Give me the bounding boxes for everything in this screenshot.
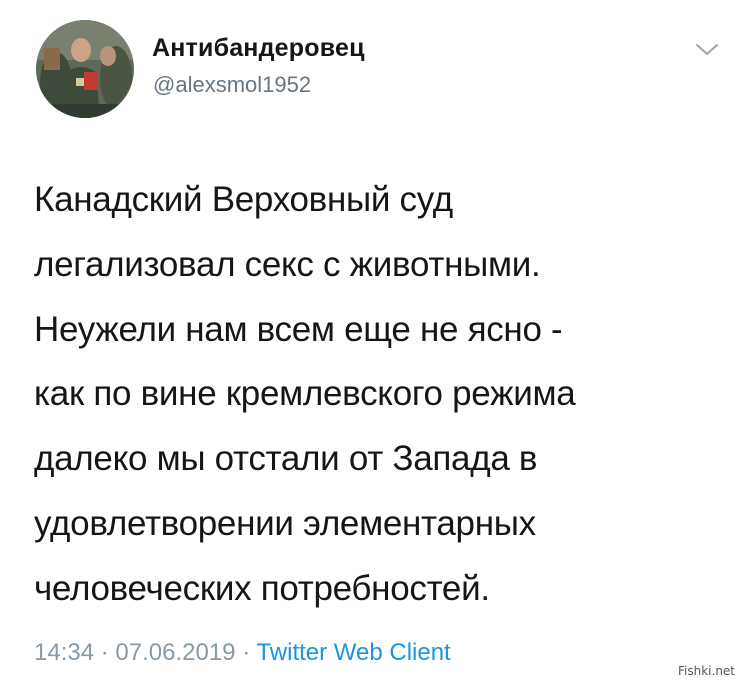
watermark: Fishki.net <box>678 664 736 678</box>
chevron-down-icon <box>696 44 718 55</box>
author-avatar[interactable] <box>36 20 134 118</box>
tweet-time[interactable]: 14:34 <box>34 639 94 666</box>
tweet-date[interactable]: 07.06.2019 <box>115 639 235 666</box>
author-display-name[interactable]: Антибандеровец <box>152 34 365 63</box>
meta-separator: · <box>242 639 251 666</box>
tweet-card: Антибандеровец @alexsmol1952 Канадский В… <box>0 0 750 683</box>
tweet-metadata: 14:34 · 07.06.2019 · Twitter Web Client <box>34 639 451 667</box>
meta-separator: · <box>100 639 109 666</box>
author-handle[interactable]: @alexsmol1952 <box>153 72 311 98</box>
avatar-photo <box>36 20 134 118</box>
tweet-text: Канадский Верховный суд легализовал секс… <box>34 180 576 608</box>
tweet-menu-button[interactable] <box>690 36 724 62</box>
tweet-client-link[interactable]: Twitter Web Client <box>256 639 450 666</box>
